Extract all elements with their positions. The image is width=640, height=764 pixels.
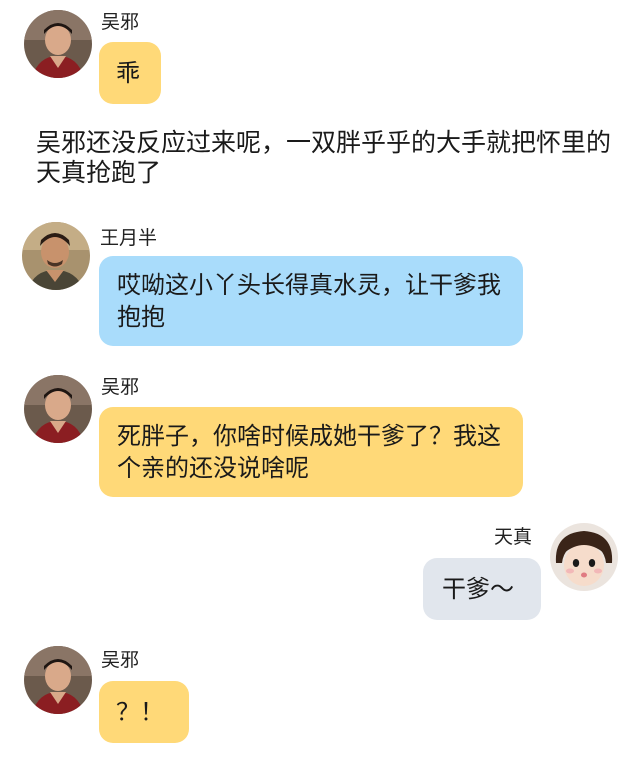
wuxie-avatar-icon[interactable] [24, 10, 92, 78]
message-bubble[interactable]: 乖 [99, 42, 161, 104]
wangyueban-avatar-icon[interactable] [22, 222, 90, 290]
sender-name: 王月半 [100, 227, 158, 249]
chat-message: 吴邪 ？！ [0, 638, 640, 758]
sender-name: 吴邪 [101, 649, 140, 671]
message-bubble[interactable]: ？！ [99, 681, 189, 743]
sender-name: 吴邪 [101, 11, 140, 33]
sender-name: 吴邪 [101, 376, 140, 398]
chat-message: 王月半 哎呦这小丫头长得真水灵，让干爹我抱抱 [0, 210, 640, 350]
wuxie-avatar-icon[interactable] [24, 375, 92, 443]
message-bubble[interactable]: 哎呦这小丫头长得真水灵，让干爹我抱抱 [99, 256, 523, 346]
message-bubble[interactable]: 死胖子，你啥时候成她干爹了？我这个亲的还没说啥呢 [99, 407, 523, 497]
narration-text: 吴邪还没反应过来呢，一双胖乎乎的大手就把怀里的天真抢跑了 [36, 128, 612, 187]
sender-name: 天真 [494, 526, 533, 548]
tianzhen-avatar-icon[interactable] [550, 523, 618, 591]
wuxie-avatar-icon[interactable] [24, 646, 92, 714]
chat-message: 天真 干爹～ [0, 515, 640, 625]
chat-message: 吴邪 乖 [0, 0, 640, 110]
chat-message: 吴邪 死胖子，你啥时候成她干爹了？我这个亲的还没说啥呢 [0, 365, 640, 505]
message-bubble[interactable]: 干爹～ [423, 558, 541, 620]
